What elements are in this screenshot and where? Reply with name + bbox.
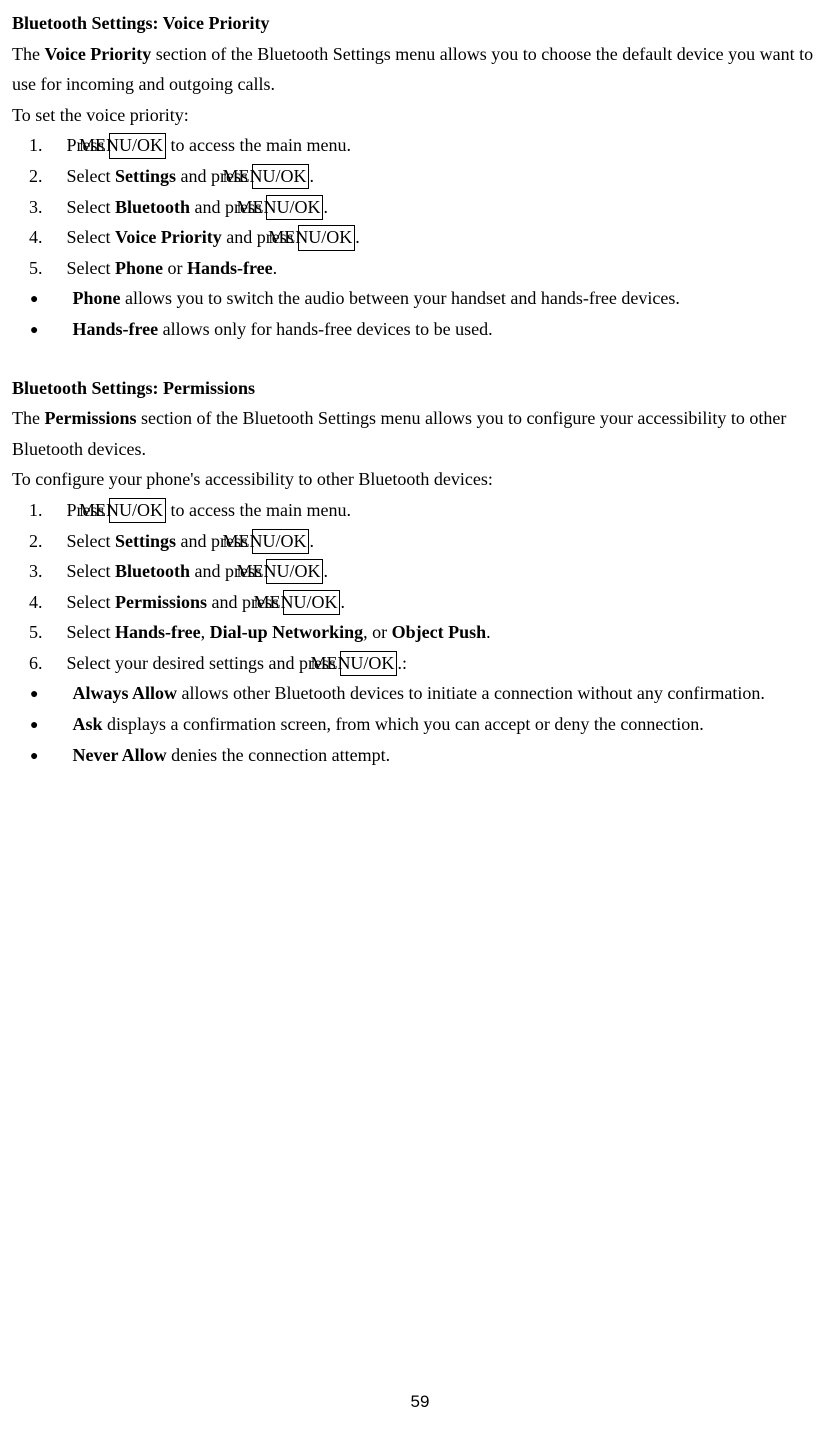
text: Select [67,622,115,642]
bold-text: Settings [115,166,176,186]
step-item: Select Phone or Hands-free. [12,253,828,284]
key-button: MENU/OK [109,498,166,523]
key-button: MENU/OK [109,133,166,158]
bold-text: Settings [115,531,176,551]
text: Select [67,258,115,278]
text: , or [363,622,392,642]
text: Select [67,166,115,186]
bullet-item: Ask displays a confirmation screen, from… [12,709,828,740]
intro-paragraph-1: The Voice Priority section of the Blueto… [12,39,828,100]
step-item: Select Permissions and press MENU/OK. [12,587,828,618]
text: or [163,258,187,278]
steps-list-2: Press MENU/OK to access the main menu. S… [12,495,828,679]
step-item: Press MENU/OK to access the main menu. [12,130,828,161]
key-button: MENU/OK [252,164,309,189]
key-button: MENU/OK [266,559,323,584]
bullets-list-2: Always Allow allows other Bluetooth devi… [12,678,828,770]
text: Select [67,592,115,612]
text: . [323,561,328,581]
bullet-item: Never Allow denies the connection attemp… [12,740,828,771]
text: , [201,622,210,642]
section-title-permissions: Bluetooth Settings: Permissions [12,373,828,404]
text: allows you to switch the audio between y… [121,288,680,308]
bullets-list-1: Phone allows you to switch the audio bet… [12,283,828,344]
steps-list-1: Press MENU/OK to access the main menu. S… [12,130,828,283]
key-button: MENU/OK [252,529,309,554]
bold-text: Never Allow [73,745,167,765]
text: Select your desired settings and press [67,653,341,673]
bold-text: Phone [115,258,163,278]
text: to access the main menu. [166,135,351,155]
bold-text: Phone [73,288,121,308]
text: .: [397,653,407,673]
step-item: Select Bluetooth and press MENU/OK. [12,192,828,223]
text: The [12,44,44,64]
bullet-item: Phone allows you to switch the audio bet… [12,283,828,314]
step-item: Select Settings and press MENU/OK. [12,161,828,192]
key-button: MENU/OK [266,195,323,220]
step-item: Select Bluetooth and press MENU/OK. [12,556,828,587]
spacer [12,345,828,373]
step-item: Select your desired settings and press M… [12,648,828,679]
bold-text: Voice Priority [115,227,222,247]
step-item: Select Voice Priority and press MENU/OK. [12,222,828,253]
bold-text: Permissions [44,408,136,428]
page-number: 59 [0,1388,840,1417]
bold-text: Ask [73,714,103,734]
bold-text: Dial-up Networking [210,622,364,642]
text: The [12,408,44,428]
section-title-voice-priority: Bluetooth Settings: Voice Priority [12,8,828,39]
text: . [340,592,345,612]
lead-line-1: To set the voice priority: [12,100,828,131]
text: . [273,258,278,278]
text: . [355,227,360,247]
key-button: MENU/OK [298,225,355,250]
bold-text: Bluetooth [115,561,190,581]
bold-text: Voice Priority [44,44,151,64]
bullet-item: Hands-free allows only for hands-free de… [12,314,828,345]
text: . [323,197,328,217]
bold-text: Permissions [115,592,207,612]
bold-text: Bluetooth [115,197,190,217]
bold-text: Object Push [392,622,487,642]
key-button: MENU/OK [340,651,397,676]
bullet-item: Always Allow allows other Bluetooth devi… [12,678,828,709]
lead-line-2: To configure your phone's accessibility … [12,464,828,495]
text: Select [67,227,115,247]
step-item: Select Settings and press MENU/OK. [12,526,828,557]
key-button: MENU/OK [283,590,340,615]
text: displays a confirmation screen, from whi… [103,714,704,734]
text: denies the connection attempt. [167,745,390,765]
text: Select [67,197,115,217]
step-item: Press MENU/OK to access the main menu. [12,495,828,526]
text: Select [67,531,115,551]
bold-text: Hands-free [115,622,201,642]
bold-text: Hands-free [73,319,159,339]
text: allows only for hands-free devices to be… [158,319,492,339]
text: . [309,166,314,186]
text: to access the main menu. [166,500,351,520]
intro-paragraph-2: The Permissions section of the Bluetooth… [12,403,828,464]
step-item: Select Hands-free, Dial-up Networking, o… [12,617,828,648]
bold-text: Always Allow [73,683,178,703]
text: allows other Bluetooth devices to initia… [177,683,765,703]
text: Select [67,561,115,581]
text: . [486,622,491,642]
bold-text: Hands-free [187,258,273,278]
text: . [309,531,314,551]
